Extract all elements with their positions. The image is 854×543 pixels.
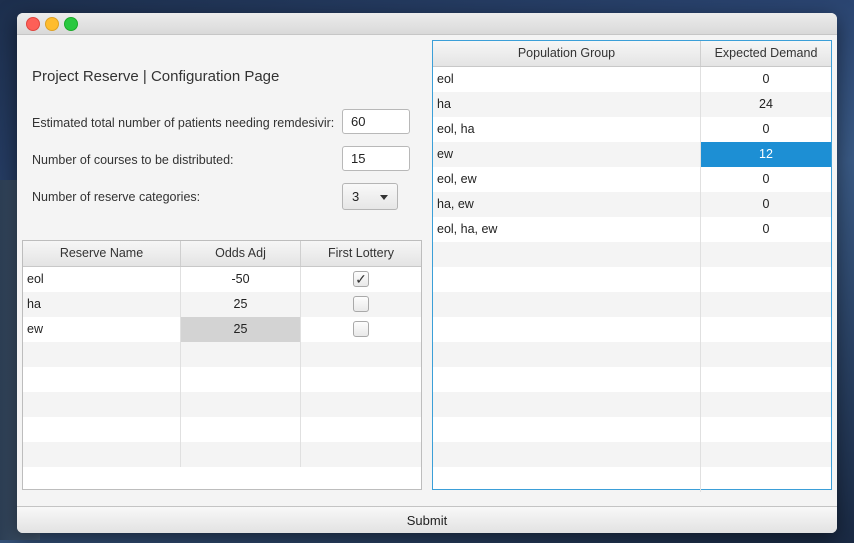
empty-row bbox=[23, 417, 421, 442]
empty-row bbox=[433, 367, 831, 392]
first-lottery-checkbox[interactable]: ✓ bbox=[353, 270, 369, 287]
patients-label: Estimated total number of patients needi… bbox=[32, 116, 335, 130]
empty-row bbox=[433, 392, 831, 417]
expected-demand-cell[interactable]: 0 bbox=[701, 167, 831, 192]
table-row[interactable]: eol, ew 0 bbox=[433, 167, 831, 192]
empty-row bbox=[433, 267, 831, 292]
empty-row bbox=[433, 442, 831, 467]
close-window-button[interactable] bbox=[26, 17, 40, 31]
population-group-cell[interactable]: ha bbox=[433, 92, 701, 117]
table-row[interactable]: ew 25 bbox=[23, 317, 421, 342]
expected-demand-cell[interactable]: 0 bbox=[701, 117, 831, 142]
population-table-header: Population Group Expected Demand bbox=[433, 41, 831, 67]
first-lottery-cell: ✓ bbox=[301, 267, 421, 292]
zoom-window-button[interactable] bbox=[64, 17, 78, 31]
first-lottery-cell bbox=[301, 292, 421, 317]
first-lottery-checkbox[interactable] bbox=[353, 320, 369, 337]
empty-row bbox=[433, 342, 831, 367]
categories-select[interactable]: 3 bbox=[342, 183, 398, 210]
reserve-table-header: Reserve Name Odds Adj First Lottery bbox=[23, 241, 421, 267]
table-row[interactable]: eol -50 ✓ bbox=[23, 267, 421, 292]
first-lottery-checkbox[interactable] bbox=[353, 295, 369, 312]
population-group-cell[interactable]: eol, ha bbox=[433, 117, 701, 142]
population-table-body: eol 0 ha 24 eol, ha 0 ew 12 eol, ew 0 ha… bbox=[433, 67, 831, 492]
column-header-expected-demand[interactable]: Expected Demand bbox=[701, 41, 831, 66]
chevron-down-icon bbox=[380, 195, 388, 200]
empty-row bbox=[23, 367, 421, 392]
empty-row bbox=[433, 417, 831, 442]
table-row[interactable]: eol, ha, ew 0 bbox=[433, 217, 831, 242]
population-group-cell[interactable]: eol, ew bbox=[433, 167, 701, 192]
courses-input[interactable]: 15 bbox=[342, 146, 410, 171]
reserve-table-body: eol -50 ✓ ha 25 ew 25 bbox=[23, 267, 421, 467]
column-header-population-group[interactable]: Population Group bbox=[433, 41, 701, 66]
submit-button[interactable]: Submit bbox=[17, 506, 837, 533]
empty-row bbox=[433, 242, 831, 267]
odds-adj-cell[interactable]: 25 bbox=[181, 317, 301, 342]
table-row[interactable]: ha 25 bbox=[23, 292, 421, 317]
expected-demand-cell[interactable]: 0 bbox=[701, 67, 831, 92]
table-row[interactable]: ha 24 bbox=[433, 92, 831, 117]
column-header-odds-adj[interactable]: Odds Adj bbox=[181, 241, 301, 266]
table-row[interactable]: ha, ew 0 bbox=[433, 192, 831, 217]
check-icon: ✓ bbox=[355, 270, 367, 287]
table-row[interactable]: eol 0 bbox=[433, 67, 831, 92]
title-bar bbox=[17, 13, 837, 35]
population-table: Population Group Expected Demand eol 0 h… bbox=[432, 40, 832, 492]
page-title: Project Reserve | Configuration Page bbox=[32, 68, 280, 85]
empty-row bbox=[433, 292, 831, 317]
population-group-cell[interactable]: eol, ha, ew bbox=[433, 217, 701, 242]
empty-row bbox=[433, 467, 831, 492]
empty-row bbox=[23, 342, 421, 367]
courses-label: Number of courses to be distributed: bbox=[32, 153, 234, 167]
categories-select-value: 3 bbox=[352, 189, 360, 204]
categories-label: Number of reserve categories: bbox=[32, 190, 201, 204]
table-row[interactable]: ew 12 bbox=[433, 142, 831, 167]
odds-adj-cell[interactable]: -50 bbox=[181, 267, 301, 292]
app-window: Project Reserve | Configuration Page Est… bbox=[17, 13, 837, 533]
empty-row bbox=[23, 442, 421, 467]
first-lottery-cell bbox=[301, 317, 421, 342]
empty-row bbox=[23, 392, 421, 417]
reserve-name-cell[interactable]: ha bbox=[23, 292, 181, 317]
population-group-cell[interactable]: ha, ew bbox=[433, 192, 701, 217]
reserve-table: Reserve Name Odds Adj First Lottery eol … bbox=[22, 240, 422, 490]
column-header-reserve-name[interactable]: Reserve Name bbox=[23, 241, 181, 266]
expected-demand-cell[interactable]: 0 bbox=[701, 217, 831, 242]
patients-input[interactable]: 60 bbox=[342, 109, 410, 134]
reserve-name-cell[interactable]: eol bbox=[23, 267, 181, 292]
expected-demand-cell[interactable]: 24 bbox=[701, 92, 831, 117]
odds-adj-cell[interactable]: 25 bbox=[181, 292, 301, 317]
table-row[interactable]: eol, ha 0 bbox=[433, 117, 831, 142]
column-header-first-lottery[interactable]: First Lottery bbox=[301, 241, 421, 266]
reserve-name-cell[interactable]: ew bbox=[23, 317, 181, 342]
empty-row bbox=[433, 317, 831, 342]
minimize-window-button[interactable] bbox=[45, 17, 59, 31]
population-group-cell[interactable]: eol bbox=[433, 67, 701, 92]
expected-demand-cell[interactable]: 12 bbox=[701, 142, 831, 167]
population-group-cell[interactable]: ew bbox=[433, 142, 701, 167]
expected-demand-cell[interactable]: 0 bbox=[701, 192, 831, 217]
